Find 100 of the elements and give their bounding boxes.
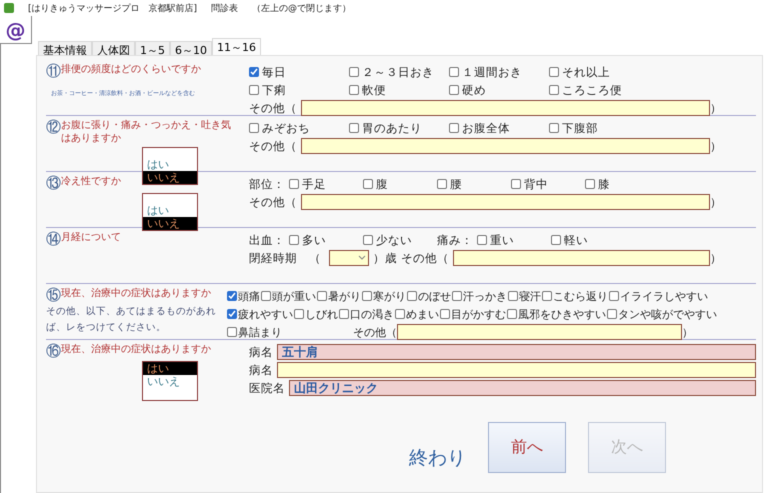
question-text: 現在、治療中の症状はありますか — [61, 287, 211, 300]
question-note: その他、以下、あてはまるものがあれば、レをつけてください。 — [46, 305, 217, 335]
field-label: ）歳 — [373, 250, 397, 266]
checkbox[interactable]: 汗っかき — [452, 287, 507, 305]
list-option[interactable]: はい — [143, 158, 197, 171]
tab[interactable]: 人体図 — [92, 41, 135, 55]
checkbox[interactable]: めまい — [395, 305, 439, 323]
checkbox[interactable]: 風邪をひきやすい — [507, 305, 606, 323]
app-title: [はりきゅうマッサージプロ 京都駅前店] — [28, 2, 198, 14]
checkbox[interactable]: 膝 — [585, 176, 659, 192]
yes-no-list[interactable]: はい いいえ — [142, 193, 198, 231]
checkbox[interactable]: 少ない — [363, 232, 437, 248]
checkbox[interactable]: お腹全体 — [449, 120, 549, 136]
check-icon — [228, 310, 236, 318]
dropdown[interactable] — [329, 250, 369, 266]
checkbox[interactable]: 鼻詰まり — [227, 323, 282, 341]
field-label: その他（ — [249, 194, 297, 210]
checkbox[interactable]: 硬め — [449, 82, 549, 98]
field-label: その他（ — [249, 138, 297, 154]
text-field[interactable]: 五十肩 — [277, 344, 756, 360]
checkbox[interactable]: イライラしやすい — [609, 287, 708, 305]
field-label: 閉経時期 （ — [249, 250, 321, 266]
checkbox[interactable]: 腹 — [363, 176, 437, 192]
list-option[interactable]: いいえ — [143, 171, 197, 184]
question-number: ⑯ — [46, 343, 61, 359]
checkbox[interactable]: こむら返り — [542, 287, 608, 305]
question-number: ⑮ — [46, 287, 61, 303]
checkbox[interactable]: タンや咳がでやすい — [607, 305, 717, 323]
nav-button[interactable]: 前へ — [488, 422, 566, 472]
tab[interactable]: 11～16 — [212, 38, 261, 55]
field-label: 病名 — [249, 362, 273, 378]
checkbox[interactable]: 胃のあたり — [349, 120, 449, 136]
field-label: 出血： — [249, 232, 285, 248]
field-label: ） — [710, 250, 722, 266]
field-label: ） — [710, 100, 722, 116]
text-field[interactable] — [277, 362, 756, 378]
checkbox[interactable]: 軽い — [551, 232, 625, 248]
checkbox[interactable]: 下腹部 — [549, 120, 649, 136]
tab[interactable]: 基本情報 — [38, 41, 92, 55]
text-field[interactable] — [301, 138, 710, 154]
checkbox[interactable]: ２～３日おき — [349, 64, 449, 80]
list-option[interactable]: いいえ — [143, 217, 197, 230]
checkbox[interactable]: 寒がり — [362, 287, 406, 305]
question-number: ⑫ — [46, 119, 61, 135]
field-label: ） — [710, 194, 722, 210]
question-number: ⑬ — [46, 175, 61, 191]
checkbox[interactable]: 腰 — [437, 176, 511, 192]
question-text: 排便の頻度はどのくらいですか — [61, 63, 201, 76]
checkbox[interactable]: しびれ — [294, 305, 338, 323]
text-field[interactable]: 山田クリニック — [289, 380, 756, 396]
close-hint: （左上の@で閉じます） — [252, 2, 352, 14]
checkbox[interactable]: それ以上 — [549, 64, 649, 80]
checkbox[interactable]: 疲れやすい — [227, 305, 293, 323]
yes-no-list[interactable]: はい いいえ — [142, 147, 198, 185]
check-icon — [228, 292, 236, 300]
checkbox[interactable]: 口の渇き — [339, 305, 394, 323]
field-label: 部位： — [249, 176, 285, 192]
list-option[interactable]: はい — [143, 362, 197, 375]
close-button[interactable]: @ — [0, 16, 32, 44]
checkbox[interactable]: 手足 — [289, 176, 363, 192]
yes-no-list[interactable]: はい いいえ — [142, 361, 198, 401]
checkbox[interactable]: 暑がり — [317, 287, 361, 305]
list-option[interactable]: はい — [143, 204, 197, 217]
field-label: 病名 — [249, 344, 273, 360]
question-number: ⑭ — [46, 231, 61, 247]
question-text: お腹に張り・痛み・つっかえ・吐き気はありますか — [61, 119, 232, 145]
checkbox[interactable]: １週間おき — [449, 64, 549, 80]
checkbox[interactable]: 背中 — [511, 176, 585, 192]
question-text: 月経について — [61, 231, 121, 244]
text-field[interactable] — [397, 324, 682, 340]
checkbox[interactable]: 軟便 — [349, 82, 449, 98]
checkbox[interactable]: みぞおち — [249, 120, 349, 136]
finish-link[interactable]: 終わり — [409, 445, 466, 471]
checkbox[interactable]: 頭痛 — [227, 287, 260, 305]
field-label: ） — [710, 138, 722, 154]
checkbox[interactable]: ころころ便 — [549, 82, 649, 98]
tab[interactable]: 6～10 — [170, 41, 212, 55]
checkbox[interactable]: 多い — [289, 232, 363, 248]
checkbox[interactable]: 重い — [477, 232, 551, 248]
checkbox[interactable]: 下痢 — [249, 82, 349, 98]
text-field[interactable] — [301, 194, 710, 210]
checkbox[interactable]: 毎日 — [249, 64, 349, 80]
app-icon — [4, 3, 14, 13]
caret-icon — [356, 254, 368, 262]
question-text: 現在、治療中の症状はありますか — [61, 343, 211, 356]
text-field[interactable] — [301, 100, 710, 116]
check-icon — [250, 68, 258, 76]
list-option[interactable]: いいえ — [143, 375, 197, 388]
screen-title: 問診表 — [211, 2, 238, 14]
field-label: その他（ — [401, 250, 449, 266]
checkbox[interactable]: 寝汗 — [508, 287, 541, 305]
text-field[interactable] — [453, 250, 710, 266]
checkbox[interactable]: 目がかすむ — [440, 305, 506, 323]
field-label: 医院名 — [249, 380, 285, 396]
checkbox[interactable]: 頭が重い — [261, 287, 316, 305]
tab[interactable]: 1～5 — [135, 41, 170, 55]
checkbox[interactable]: のぼせ — [407, 287, 451, 305]
field-label: 痛み： — [437, 232, 473, 248]
field-label: ） — [682, 324, 693, 340]
question-number: ⑪ — [46, 63, 61, 79]
